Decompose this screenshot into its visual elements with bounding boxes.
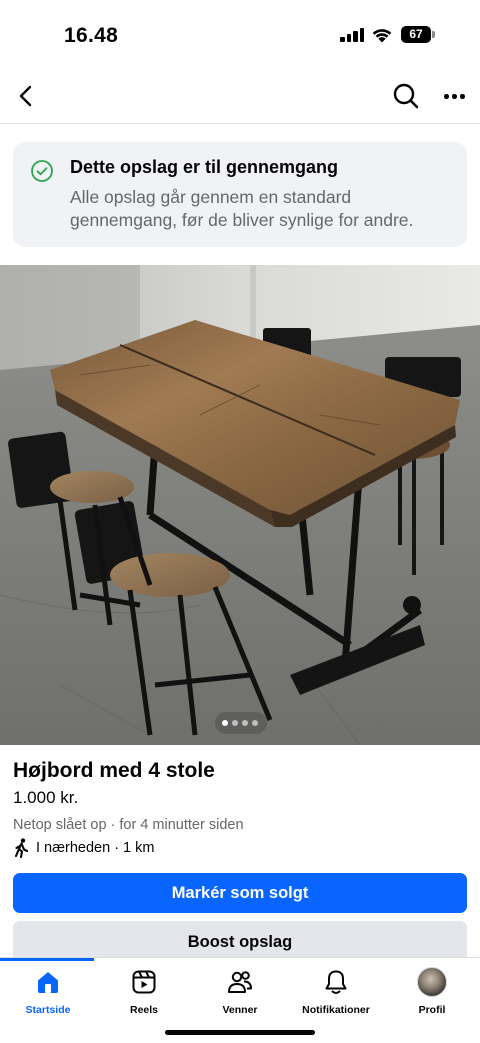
- tab-label: Venner: [222, 1004, 258, 1016]
- notice-title: Dette opslag er til gennemgang: [70, 157, 339, 177]
- tab-startside[interactable]: Startside: [0, 958, 96, 1028]
- listing-title: Højbord med 4 stole: [13, 759, 215, 782]
- bell-icon: [325, 970, 347, 994]
- walking-person-icon: [14, 838, 29, 858]
- tab-label: Reels: [129, 1004, 159, 1016]
- tab-notifikationer[interactable]: Notifikationer: [288, 958, 384, 1028]
- tab-label: Startside: [25, 1004, 71, 1016]
- notice-body: Alle opslag går gennem en standard genne…: [70, 187, 414, 230]
- status-time: 16.48: [64, 24, 119, 47]
- home-icon: [38, 972, 58, 993]
- back-button[interactable]: [12, 80, 42, 112]
- tab-venner[interactable]: Venner: [192, 958, 288, 1028]
- listing-distance: I nærheden · 1 km: [36, 840, 155, 856]
- listing-photo[interactable]: [0, 265, 480, 745]
- table-photo-illustration: [0, 265, 480, 745]
- listing-price: 1.000 kr.: [13, 788, 79, 807]
- photo-pagination-dots[interactable]: [215, 712, 267, 734]
- search-icon: [393, 83, 419, 109]
- friends-icon: [228, 971, 252, 993]
- tab-profil[interactable]: Profil: [384, 958, 480, 1028]
- battery-icon: 67: [401, 26, 435, 43]
- listing-meta: Netop slået op · for 4 minutter siden: [13, 817, 244, 833]
- wifi-icon: [372, 29, 392, 43]
- tab-label: Notifikationer: [302, 1004, 370, 1016]
- status-bar: 16.48 67: [0, 0, 480, 70]
- tab-reels[interactable]: Reels: [96, 958, 192, 1028]
- mark-sold-button[interactable]: Markér som solgt: [13, 873, 467, 913]
- avatar: [417, 967, 447, 997]
- nav-bar: [0, 70, 480, 124]
- home-indicator: [165, 1030, 315, 1035]
- chevron-left-icon: [19, 85, 32, 107]
- more-options-button[interactable]: [440, 80, 470, 112]
- check-circle-icon: [31, 160, 53, 182]
- battery-level: 67: [401, 26, 431, 43]
- cellular-signal-icon: [340, 28, 364, 42]
- tab-label: Profil: [418, 1004, 446, 1016]
- search-button[interactable]: [390, 80, 422, 112]
- review-notice: Dette opslag er til gennemgang Alle opsl…: [13, 142, 467, 247]
- reels-icon: [132, 970, 156, 994]
